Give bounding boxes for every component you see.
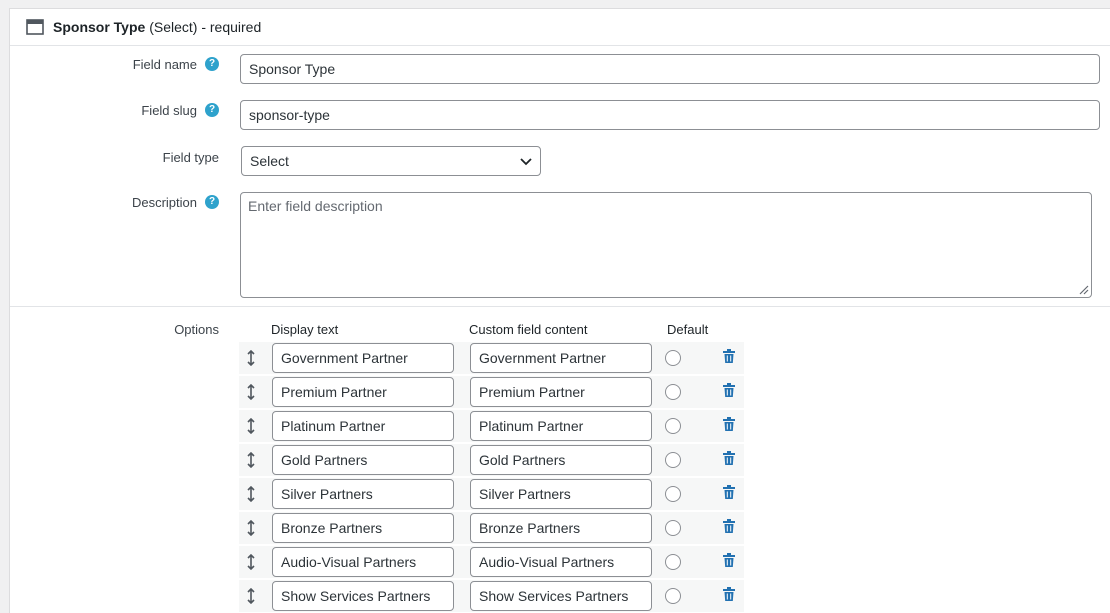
trash-icon[interactable] [723,553,735,567]
drag-handle-icon[interactable] [246,452,256,468]
option-custom-content-input[interactable]: Government Partner [470,343,652,373]
option-display-text-input[interactable]: Bronze Partners [272,513,454,543]
trash-icon[interactable] [723,587,735,601]
drag-handle-icon[interactable] [246,418,256,434]
field-type-label: Field type [162,150,219,165]
option-default-radio[interactable] [665,486,681,502]
option-custom-content-input[interactable]: Audio-Visual Partners [470,547,652,577]
field-title: Sponsor Type [53,19,146,35]
option-default-radio[interactable] [665,384,681,400]
column-header-default: Default [667,322,709,337]
options-label: Options [174,322,219,337]
field-panel: Sponsor Type (Select) - required Field n… [9,8,1110,613]
panel-title: Sponsor Type (Select) - required [53,19,261,35]
option-row: Platinum Partner Platinum Partner [239,410,744,442]
option-custom-content-input[interactable]: Bronze Partners [470,513,652,543]
option-display-text-input[interactable]: Platinum Partner [272,411,454,441]
help-icon[interactable]: ? [205,195,219,209]
option-row: Premium Partner Premium Partner [239,376,744,408]
help-icon[interactable]: ? [205,103,219,117]
trash-icon[interactable] [723,519,735,533]
options-label-wrap: Options [10,322,219,342]
field-name-label-wrap: Field name ? [10,57,219,77]
field-slug-label: Field slug [141,103,197,118]
help-icon[interactable]: ? [205,57,219,71]
option-row: Gold Partners Gold Partners [239,444,744,476]
option-default-radio[interactable] [665,350,681,366]
drag-handle-icon[interactable] [246,384,256,400]
field-name-input[interactable]: Sponsor Type [240,54,1100,84]
trash-icon[interactable] [723,383,735,397]
trash-icon[interactable] [723,485,735,499]
option-default-radio[interactable] [665,588,681,604]
section-divider [10,306,1110,307]
option-row: Bronze Partners Bronze Partners [239,512,744,544]
trash-icon[interactable] [723,417,735,431]
option-row: Show Services Partners Show Services Part… [239,580,744,612]
option-display-text-input[interactable]: Premium Partner [272,377,454,407]
option-display-text-input[interactable]: Show Services Partners [272,581,454,611]
drag-handle-icon[interactable] [246,486,256,502]
resize-handle-icon[interactable] [1077,283,1089,295]
trash-icon[interactable] [723,451,735,465]
drag-handle-icon[interactable] [246,554,256,570]
option-custom-content-input[interactable]: Show Services Partners [470,581,652,611]
option-display-text-input[interactable]: Audio-Visual Partners [272,547,454,577]
column-header-custom-field-content: Custom field content [469,322,588,337]
drag-handle-icon[interactable] [246,520,256,536]
option-custom-content-input[interactable]: Platinum Partner [470,411,652,441]
field-type-select[interactable]: Select [241,146,541,176]
trash-icon[interactable] [723,349,735,363]
column-header-display-text: Display text [271,322,339,337]
field-name-label: Field name [132,57,197,72]
option-row: Audio-Visual Partners Audio-Visual Partne… [239,546,744,578]
chevron-down-icon [520,158,532,166]
field-meta: (Select) - required [145,19,262,35]
description-label: Description [131,195,197,210]
field-type-label-wrap: Field type [10,150,219,170]
panel-header[interactable]: Sponsor Type (Select) - required [10,9,1110,46]
option-display-text-input[interactable]: Gold Partners [272,445,454,475]
option-default-radio[interactable] [665,554,681,570]
option-custom-content-input[interactable]: Silver Partners [470,479,652,509]
option-custom-content-input[interactable]: Premium Partner [470,377,652,407]
option-display-text-input[interactable]: Government Partner [272,343,454,373]
field-type-value: Select [250,153,289,169]
drag-handle-icon[interactable] [246,350,256,366]
description-label-wrap: Description ? [10,195,219,215]
option-custom-content-input[interactable]: Gold Partners [470,445,652,475]
option-default-radio[interactable] [665,418,681,434]
option-default-radio[interactable] [665,520,681,536]
drag-handle-icon[interactable] [246,588,256,604]
option-row: Silver Partners Silver Partners [239,478,744,510]
option-default-radio[interactable] [665,452,681,468]
option-row: Government Partner Government Partner [239,342,744,374]
window-icon [26,19,44,35]
option-display-text-input[interactable]: Silver Partners [272,479,454,509]
field-slug-input[interactable]: sponsor-type [240,100,1100,130]
description-placeholder: Enter field description [248,198,383,214]
description-textarea[interactable]: Enter field description [240,192,1092,298]
field-slug-label-wrap: Field slug ? [10,103,219,123]
